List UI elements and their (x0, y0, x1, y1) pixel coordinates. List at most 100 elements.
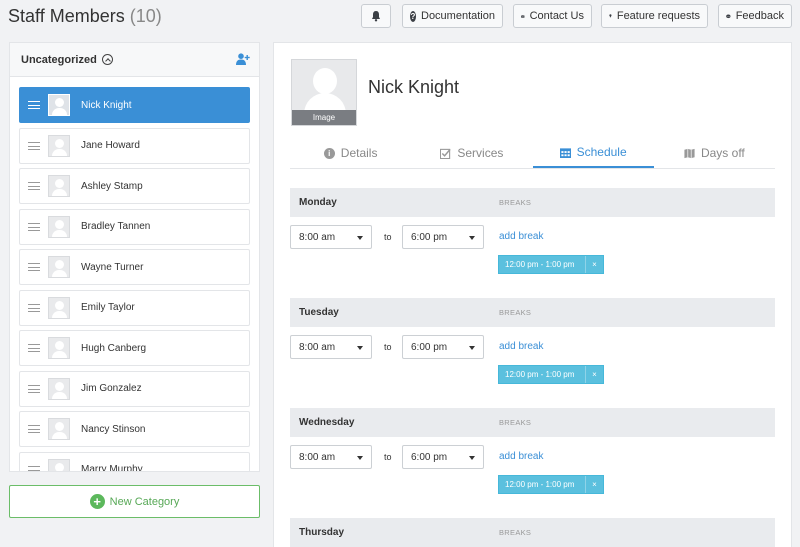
staff-item[interactable]: Ashley Stamp (19, 168, 250, 204)
day-header-tuesday: Tuesday BREAKS (290, 298, 775, 327)
remove-break-icon[interactable]: × (585, 256, 603, 273)
staff-item[interactable]: Jane Howard (19, 127, 250, 164)
staff-name: Marry Murphy (81, 464, 143, 472)
staff-name: Ashley Stamp (81, 180, 143, 192)
staff-name: Bradley Tannen (81, 221, 151, 232)
info-icon: i (323, 147, 335, 159)
bell-icon (372, 11, 380, 22)
break-chip[interactable]: 12:00 pm - 1:00 pm × (498, 365, 604, 384)
drag-handle-icon[interactable] (28, 141, 40, 150)
new-category-label: New Category (109, 495, 180, 508)
end-time-select[interactable]: 6:00 pm (402, 335, 484, 359)
feedback-button[interactable]: Feedback (718, 4, 792, 28)
drag-handle-icon[interactable] (28, 182, 40, 190)
to-label: to (384, 232, 392, 242)
to-label: to (384, 452, 392, 462)
start-time-select[interactable]: 8:00 am (290, 445, 372, 469)
day-header-monday: Monday BREAKS (290, 188, 775, 217)
break-time: 12:00 pm - 1:00 pm (505, 370, 575, 379)
breaks-label: BREAKS (499, 528, 532, 537)
avatar (48, 256, 70, 278)
add-user-icon[interactable] (236, 53, 250, 65)
start-time-select[interactable]: 8:00 am (290, 225, 372, 249)
staff-item[interactable]: Hugh Canberg (19, 330, 250, 366)
break-chip[interactable]: 12:00 pm - 1:00 pm × (498, 255, 604, 274)
tab-days-off-label: Days off (700, 146, 745, 160)
drag-handle-icon[interactable] (28, 465, 40, 471)
envelope-icon (521, 14, 525, 18)
staff-item[interactable]: Marry Murphy (19, 451, 250, 472)
contact-us-button[interactable]: Contact Us (513, 4, 592, 28)
category-title: Uncategorized (21, 53, 97, 66)
break-chip[interactable]: 12:00 pm - 1:00 pm × (498, 475, 604, 494)
avatar (48, 458, 70, 471)
drag-handle-icon[interactable] (28, 344, 40, 352)
drag-handle-icon[interactable] (28, 384, 40, 393)
chat-icon (726, 14, 731, 18)
break-time: 12:00 pm - 1:00 pm (505, 480, 575, 489)
remove-break-icon[interactable]: × (585, 366, 603, 383)
add-break-link[interactable]: add break (499, 341, 543, 352)
staff-item[interactable]: Wayne Turner (19, 249, 250, 285)
remove-break-icon[interactable]: × (585, 476, 603, 493)
add-break-link[interactable]: add break (499, 231, 543, 242)
staff-name: Emily Taylor (81, 302, 135, 313)
breaks-label: BREAKS (499, 198, 532, 207)
staff-sidebar: Uncategorized Nick Knight Jane Howard As… (9, 42, 260, 472)
new-category-button[interactable]: + New Category (9, 485, 260, 518)
staff-item[interactable]: Nick Knight (19, 87, 250, 123)
plus-circle-icon: + (89, 494, 105, 509)
avatar (48, 215, 70, 238)
staff-details-panel: Image Nick Knight i Details Services Sch… (273, 42, 792, 547)
page-title: Staff Members (10) (8, 6, 162, 27)
end-time-select[interactable]: 6:00 pm (402, 225, 484, 249)
contact-us-label: Contact Us (529, 10, 584, 22)
drag-handle-icon[interactable] (28, 303, 40, 312)
notifications-button[interactable] (361, 4, 391, 28)
to-label: to (384, 342, 392, 352)
tab-schedule[interactable]: Schedule (532, 138, 654, 168)
day-header-thursday: Thursday BREAKS (290, 518, 775, 547)
checkbox-icon (440, 148, 451, 159)
day-header-wednesday: Wednesday BREAKS (290, 408, 775, 437)
tab-schedule-label: Schedule (576, 145, 627, 159)
feedback-label: Feedback (735, 10, 784, 22)
calendar-icon (559, 147, 571, 158)
staff-item[interactable]: Bradley Tannen (19, 208, 250, 245)
end-time-select[interactable]: 6:00 pm (402, 445, 484, 469)
start-time-select[interactable]: 8:00 am (290, 335, 372, 359)
staff-name: Nancy Stinson (81, 423, 146, 435)
staff-name: Wayne Turner (81, 261, 144, 273)
breaks-label: BREAKS (499, 308, 532, 317)
feature-requests-button[interactable]: Feature requests (601, 4, 708, 28)
documentation-button[interactable]: ? Documentation (402, 4, 503, 28)
staff-name: Jim Gonzalez (81, 383, 142, 394)
avatar (48, 94, 70, 116)
drag-handle-icon[interactable] (28, 222, 40, 231)
staff-item[interactable]: Emily Taylor (19, 289, 250, 326)
tab-days-off[interactable]: Days off (654, 138, 775, 168)
tab-details[interactable]: i Details (290, 138, 411, 168)
avatar (48, 418, 70, 440)
staff-item[interactable]: Nancy Stinson (19, 411, 250, 447)
avatar (48, 296, 70, 319)
day-name: Monday (299, 197, 337, 208)
staff-name: Hugh Canberg (81, 342, 147, 354)
avatar-head (313, 68, 337, 94)
feature-requests-label: Feature requests (616, 10, 700, 22)
tab-details-label: Details (340, 146, 378, 160)
staff-name: Nick Knight (81, 99, 132, 111)
avatar (48, 377, 70, 400)
day-name: Tuesday (299, 307, 339, 318)
drag-handle-icon[interactable] (28, 101, 40, 109)
drag-handle-icon[interactable] (28, 263, 40, 271)
category-header[interactable]: Uncategorized (10, 43, 259, 77)
profile-image[interactable]: Image (291, 59, 357, 126)
page-title-text: Staff Members (8, 6, 125, 26)
add-break-link[interactable]: add break (499, 451, 543, 462)
collapse-icon[interactable] (101, 54, 113, 65)
staff-item[interactable]: Jim Gonzalez (19, 370, 250, 407)
drag-handle-icon[interactable] (28, 425, 40, 433)
staff-count: (10) (129, 6, 162, 26)
tab-services[interactable]: Services (411, 138, 532, 168)
